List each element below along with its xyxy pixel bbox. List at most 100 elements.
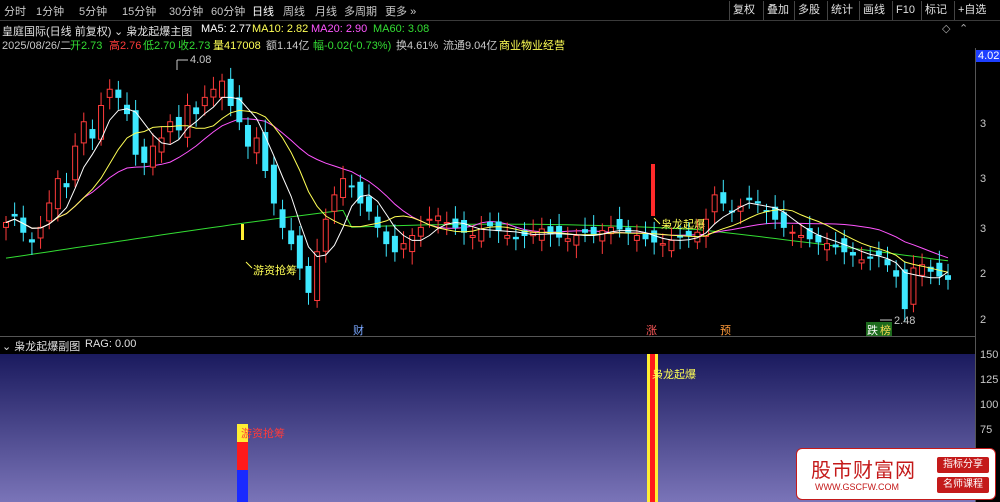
collapse-icon[interactable]: ⌃ (959, 22, 968, 35)
candle-body (141, 146, 148, 163)
candle-body (46, 202, 53, 222)
candle-body (219, 80, 226, 98)
candle-body (175, 116, 182, 131)
candle-body (305, 265, 312, 293)
candle-body (893, 270, 900, 277)
price-tick: 2 (980, 268, 987, 280)
tab-1min[interactable]: 1分钟 (36, 3, 64, 19)
tab-more[interactable]: 更多 » (385, 3, 416, 19)
add-favorite-button[interactable]: +自选 (954, 1, 989, 20)
chevron-down-icon: » (410, 6, 417, 18)
chase-signal-label: 游资抢筹 (253, 265, 297, 277)
candle-body (262, 132, 269, 172)
candle-body (824, 243, 831, 251)
diamond-icon[interactable]: ◇ (942, 22, 950, 35)
candle-body (193, 107, 200, 115)
candle-body (798, 235, 805, 238)
candle-body (98, 105, 105, 140)
candle-body (288, 230, 295, 245)
f10-button[interactable]: F10 (892, 1, 918, 20)
tab-60min[interactable]: 60分钟 (211, 3, 245, 19)
ma10-line (5, 109, 949, 273)
sub-axis-tick: 125 (980, 374, 999, 386)
candle-body (340, 178, 347, 198)
candle-body (184, 105, 191, 138)
candle-body (461, 220, 468, 233)
sub-indicator-selector[interactable]: ⌄ 枭龙起爆副图 (2, 338, 80, 354)
tab-timeshare[interactable]: 分时 (4, 3, 26, 19)
candle-body (556, 225, 563, 238)
ma5-line (5, 96, 949, 279)
candle-body (746, 197, 753, 201)
candle-body (314, 251, 321, 301)
candle-body (590, 226, 597, 235)
candle-body (486, 221, 493, 227)
candle-body (633, 235, 640, 241)
sub-axis-tick: 150 (980, 349, 999, 361)
candle-body (469, 235, 476, 238)
burst-signal-label: 枭龙起爆 (661, 219, 705, 231)
multi-stock-button[interactable]: 多股 (794, 1, 823, 20)
ma10-value: MA10: 2.82 (252, 23, 309, 35)
candle-body (659, 243, 666, 246)
tab-daily[interactable]: 日线 (252, 3, 274, 19)
candle-body (11, 213, 18, 217)
sub-chase-label: 游资抢筹 (241, 428, 285, 440)
candle-body (867, 256, 874, 259)
ma60-value: MA60: 3.08 (373, 23, 430, 35)
candle-body (270, 164, 277, 204)
candle-body (210, 88, 217, 98)
candle-body (668, 239, 675, 252)
candle-body (426, 218, 433, 221)
current-price-tag: 4.02 (976, 50, 1000, 62)
candle-body (884, 259, 891, 266)
candle-body (711, 194, 718, 213)
candle-body (296, 235, 303, 269)
candle-body (901, 269, 908, 310)
mark-button[interactable]: 标记 (921, 1, 950, 20)
candles (3, 67, 951, 322)
tab-15min[interactable]: 15分钟 (122, 3, 156, 19)
low-price-label: 2.48 (894, 315, 916, 327)
candle-body (815, 234, 822, 243)
stats-button[interactable]: 统计 (827, 1, 856, 20)
candle-body (789, 231, 796, 234)
chase-signal-blue-bar (237, 470, 248, 502)
chase-signal-bar (241, 224, 244, 240)
high-price-label: 4.08 (190, 54, 212, 66)
tab-30min[interactable]: 30分钟 (169, 3, 203, 19)
candle-body (374, 216, 381, 228)
tab-5min[interactable]: 5分钟 (79, 3, 107, 19)
candle-body (858, 259, 865, 264)
period-toolbar: 分时 1分钟 5分钟 15分钟 30分钟 60分钟 日线 周线 月线 多周期 更… (0, 0, 1000, 21)
tab-weekly[interactable]: 周线 (283, 3, 305, 19)
overlay-button[interactable]: 叠加 (763, 1, 792, 20)
candle-body (400, 243, 407, 250)
candle-body (417, 226, 424, 237)
tab-multi-period[interactable]: 多周期 (344, 3, 377, 19)
candle-body (63, 183, 70, 188)
candle-body (20, 217, 27, 233)
watermark-title: 股市财富网 (811, 458, 916, 482)
candle-body (357, 181, 364, 204)
candle-body (89, 129, 96, 139)
ma20-value: MA20: 2.90 (311, 23, 368, 35)
candle-body (910, 267, 917, 305)
ma60-path (5, 209, 949, 262)
candle-body (599, 230, 606, 242)
tab-monthly[interactable]: 月线 (315, 3, 337, 19)
candlestick-chart[interactable] (0, 48, 975, 336)
candle-body (391, 235, 398, 253)
ma5-path (5, 96, 949, 279)
sub-chart-header (0, 336, 975, 353)
candle-body (573, 235, 580, 246)
candle-body (875, 250, 882, 256)
candle-body (158, 137, 165, 153)
adjust-button[interactable]: 复权 (729, 1, 758, 20)
candle-body (37, 226, 44, 239)
candle-body (478, 228, 485, 242)
draw-line-button[interactable]: 画线 (859, 1, 888, 20)
candle-body (780, 212, 787, 228)
candle-body (331, 194, 338, 212)
candle-body (512, 236, 519, 240)
